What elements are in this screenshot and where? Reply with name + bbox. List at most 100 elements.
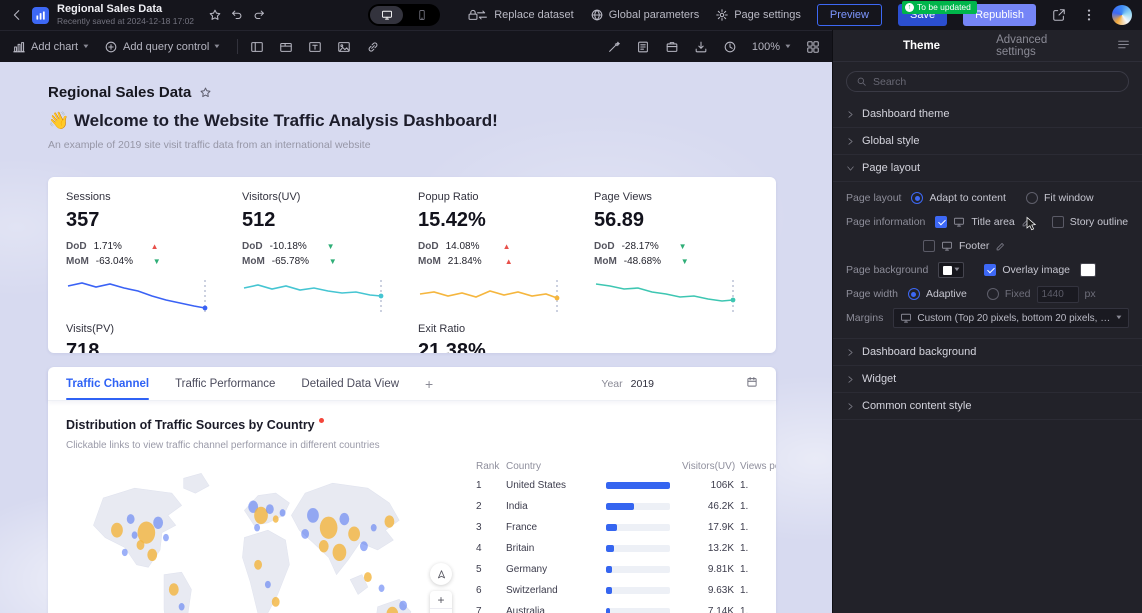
country-row-united-states[interactable]: 1 United States 106K 1. <box>476 475 776 496</box>
radio-adapt-to-content[interactable] <box>911 192 924 204</box>
kpi-visitors-uv[interactable]: Visitors(UV) 512 DoD -10.18% ▼ MoM -65.78% ▼ <box>236 191 412 323</box>
map-bubble[interactable] <box>111 522 123 538</box>
country-cell[interactable]: India <box>506 501 600 512</box>
map-bubble[interactable] <box>307 507 319 523</box>
section-widget[interactable]: Widget <box>833 366 1142 393</box>
map-bubble[interactable] <box>254 559 262 570</box>
radio-label[interactable]: Fixed <box>1005 288 1031 300</box>
country-row-switzerland[interactable]: 6 Switzerland 9.63K 1. <box>476 580 776 601</box>
more-options-icon[interactable] <box>1082 8 1096 22</box>
device-mode-toggle[interactable] <box>368 4 440 26</box>
kpi-visits-pv[interactable]: Visits(PV) 718 <box>60 323 236 353</box>
zoom-out-button[interactable]: − <box>430 609 452 613</box>
report-icon[interactable] <box>636 40 650 54</box>
page-favorite-star-icon[interactable] <box>199 86 212 99</box>
calendar-icon[interactable] <box>746 376 758 391</box>
insert-tab-icon[interactable] <box>279 40 293 54</box>
country-row-britain[interactable]: 4 Britain 13.2K 1. <box>476 538 776 559</box>
checkbox-title-area[interactable] <box>935 216 948 228</box>
map-bubble[interactable] <box>370 524 377 532</box>
export-icon[interactable] <box>694 40 708 54</box>
desktop-mode-button[interactable] <box>370 6 403 24</box>
search-input[interactable] <box>873 75 1119 88</box>
checkbox-overlay-image[interactable] <box>984 264 997 276</box>
add-tab-button[interactable]: + <box>425 367 433 400</box>
plan-icon[interactable] <box>665 40 679 54</box>
undo-icon[interactable] <box>230 8 244 22</box>
map-bubble[interactable] <box>254 524 261 532</box>
kpi-page-views[interactable]: Page Views 56.89 DoD -28.17% ▼ MoM -48.68% ▼ <box>588 191 764 323</box>
radio-fit-window[interactable] <box>1025 192 1038 204</box>
kpi-exit-ratio[interactable]: Exit Ratio 21.38% <box>412 323 588 353</box>
overlay-image-swatch[interactable] <box>1080 263 1097 277</box>
map-bubble[interactable] <box>178 603 185 611</box>
map-bubble[interactable] <box>378 584 385 592</box>
map-locate-button[interactable] <box>430 563 452 585</box>
map-bubble[interactable] <box>363 572 372 583</box>
favorite-star-icon[interactable] <box>208 8 222 22</box>
panel-collapse-icon[interactable] <box>1117 38 1130 54</box>
insert-image-icon[interactable] <box>337 40 351 54</box>
tab-detailed-data-view[interactable]: Detailed Data View <box>301 367 399 400</box>
country-row-india[interactable]: 2 India 46.2K 1. <box>476 496 776 517</box>
map-bubble[interactable] <box>136 540 145 550</box>
year-filter[interactable]: Year 2019 <box>601 376 758 391</box>
section-page-layout[interactable]: Page layout <box>833 155 1142 182</box>
map-bubble[interactable] <box>168 583 179 596</box>
radio-label[interactable]: Adapt to content <box>929 192 1005 204</box>
map-bubble[interactable] <box>121 548 128 557</box>
margins-dropdown[interactable]: Custom (Top 20 pixels, bottom 20 pixels,… <box>893 308 1129 328</box>
tab-traffic-performance[interactable]: Traffic Performance <box>175 367 275 400</box>
map-bubble[interactable] <box>360 541 368 552</box>
share-export-icon[interactable] <box>1052 8 1066 22</box>
country-cell[interactable]: Britain <box>506 543 600 554</box>
zoom-in-button[interactable]: + <box>430 591 452 609</box>
map-bubble[interactable] <box>126 514 135 524</box>
map-bubble[interactable] <box>332 543 347 562</box>
map-bubble[interactable] <box>254 506 268 524</box>
tab-traffic-channel[interactable]: Traffic Channel <box>66 367 150 400</box>
radio-label[interactable]: Adaptive <box>926 288 967 300</box>
map-bubble[interactable] <box>153 516 164 529</box>
checkbox-label[interactable]: Title area <box>971 216 1014 228</box>
map-bubble[interactable] <box>301 528 310 539</box>
checkbox-story-outline[interactable] <box>1051 216 1064 228</box>
map-bubble[interactable] <box>264 580 271 589</box>
country-row-australia[interactable]: 7 Australia 7.14K 1. <box>476 601 776 613</box>
country-row-germany[interactable]: 5 Germany 9.81K 1. <box>476 559 776 580</box>
map-bubble[interactable] <box>131 531 138 539</box>
history-icon[interactable] <box>723 40 737 54</box>
map-bubble[interactable] <box>318 540 329 553</box>
page-settings-button[interactable]: Page settings <box>715 8 801 22</box>
checkbox-label[interactable]: Overlay image <box>1002 264 1070 276</box>
radio-adaptive[interactable] <box>907 288 920 300</box>
global-parameters-button[interactable]: Global parameters <box>590 8 699 22</box>
section-dashboard-theme[interactable]: Dashboard theme <box>833 101 1142 128</box>
country-cell[interactable]: Germany <box>506 564 600 575</box>
insert-container-icon[interactable] <box>250 40 264 54</box>
lock-icon[interactable] <box>466 8 480 22</box>
kpi-popup-ratio[interactable]: Popup Ratio 15.42% DoD 14.08% ▲ MoM 21.84% ▲ <box>412 191 588 323</box>
edit-pencil-icon[interactable] <box>995 241 1006 252</box>
fixed-width-input[interactable] <box>1036 285 1079 303</box>
map-bubble[interactable] <box>163 533 169 542</box>
tab-theme[interactable]: Theme <box>903 40 940 52</box>
tab-advanced-settings[interactable]: Advanced settings <box>996 34 1061 58</box>
map-zoom-control[interactable]: +− <box>430 591 452 613</box>
search-box[interactable] <box>846 71 1129 92</box>
radio-fixed[interactable] <box>986 288 999 300</box>
replace-dataset-button[interactable]: Replace dataset <box>475 8 574 22</box>
insert-text-icon[interactable] <box>308 40 322 54</box>
preview-button[interactable]: Preview <box>816 4 882 26</box>
section-common-content-style[interactable]: Common content style <box>833 393 1142 420</box>
tab-container-widget[interactable]: Traffic Channel Traffic Performance Detail… <box>48 367 776 613</box>
country-row-france[interactable]: 3 France 17.9K 1. <box>476 517 776 538</box>
country-cell[interactable]: Switzerland <box>506 585 600 596</box>
map-bubble[interactable] <box>147 548 158 562</box>
map-bubble[interactable] <box>399 600 408 611</box>
insert-link-icon[interactable] <box>366 40 380 54</box>
country-cell[interactable]: Australia <box>506 606 600 613</box>
zoom-control[interactable]: 100% ▼ <box>752 41 792 53</box>
kpi-sessions[interactable]: Sessions 357 DoD 1.71% ▲ MoM -63.04% ▼ <box>60 191 236 323</box>
map-bubble[interactable] <box>272 515 279 523</box>
